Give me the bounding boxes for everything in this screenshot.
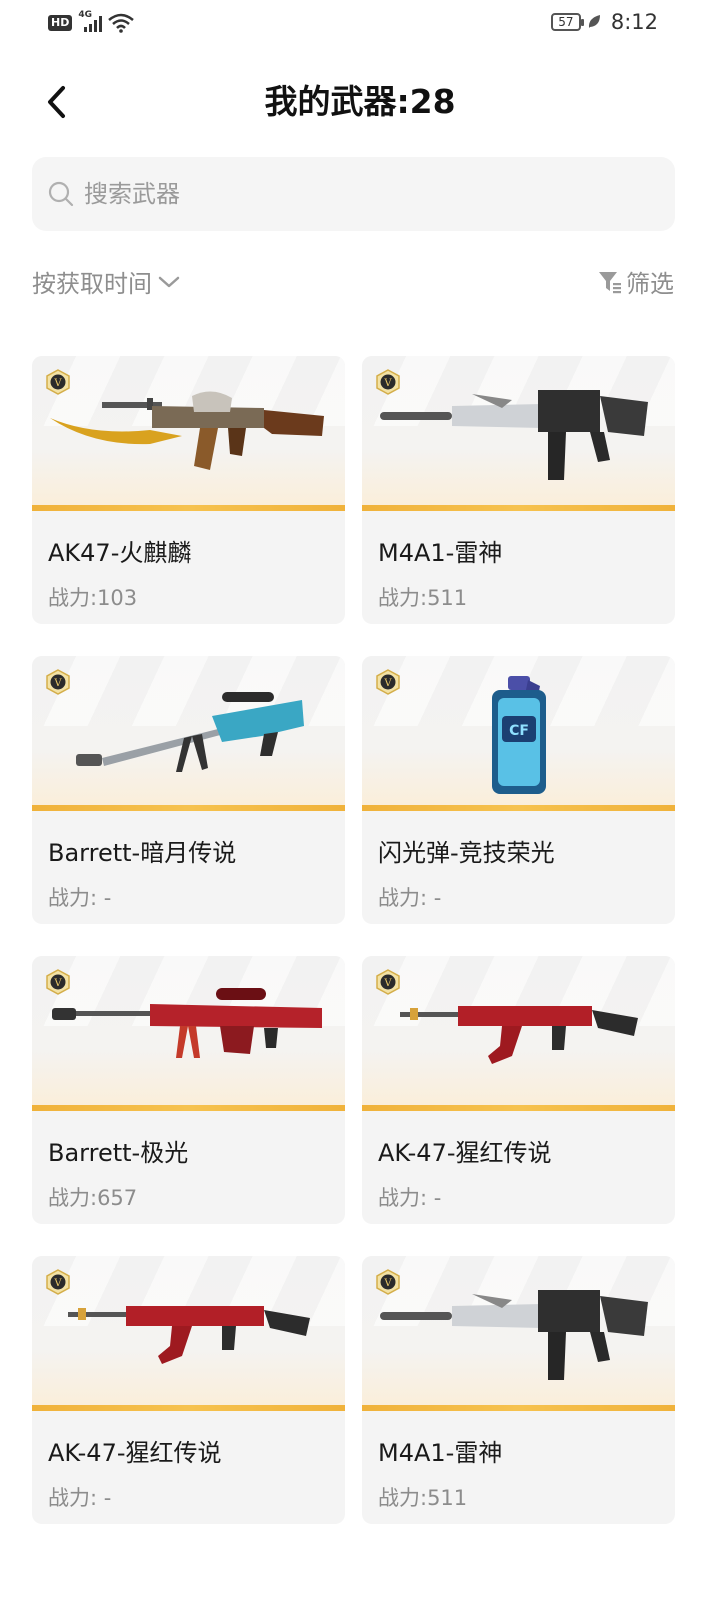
weapon-power: 战力: - (48, 886, 112, 910)
weapon-image-area: V (362, 956, 675, 1111)
wifi-icon (108, 13, 135, 33)
weapon-m4-silver-icon (380, 390, 648, 480)
weapon-power: 战力:103 (48, 586, 138, 610)
weapon-image-area: V CF (362, 656, 675, 811)
weapon-image-area: V (32, 356, 345, 511)
weapon-card[interactable]: V Barrett-暗月传说 战力: - (32, 656, 345, 924)
weapon-card[interactable]: V M4A1-雷神 战力:511 (362, 1256, 675, 1524)
battery-icon: 57 (550, 13, 584, 31)
weapon-image-area: V (32, 956, 345, 1111)
weapon-name: M4A1-雷神 (378, 539, 503, 567)
header: 我的武器:28 (0, 70, 720, 134)
weapon-rifle-gold-icon (50, 391, 324, 470)
weapon-name: M4A1-雷神 (378, 1439, 503, 1467)
weapon-image-area: V (32, 1256, 345, 1411)
weapon-name: AK-47-猩红传说 (48, 1439, 222, 1467)
weapon-image-area: V (32, 656, 345, 811)
weapon-power: 战力:511 (378, 586, 468, 610)
search-input[interactable] (82, 179, 646, 209)
chevron-down-icon (158, 276, 180, 287)
status-bar: HD 4G 57 8:12 (0, 0, 720, 48)
cell-signal-icon: 4G (78, 10, 103, 34)
weapon-card[interactable]: V AK-47-猩红传说 战力: - (362, 956, 675, 1224)
status-right: 57 8:12 (550, 10, 658, 34)
svg-text:CF: CF (509, 723, 529, 739)
weapon-power: 战力:657 (48, 1186, 138, 1210)
weapon-sniper-red-icon (52, 988, 322, 1058)
search-bar[interactable] (32, 157, 675, 231)
weapon-grid: V AK47-火麒麟 战力:103 V M4A1-雷神 战力:511 V Bar… (32, 356, 675, 1524)
weapon-name: 闪光弹-竞技荣光 (378, 839, 555, 867)
weapon-name: Barrett-暗月传说 (48, 839, 237, 867)
weapon-image-area: V (362, 356, 675, 511)
status-left: HD 4G (48, 10, 135, 34)
weapon-rifle-red-icon (400, 1006, 638, 1064)
weapon-power: 战力:511 (378, 1486, 468, 1510)
clock: 8:12 (610, 10, 658, 34)
weapon-m4-silver-icon (380, 1290, 648, 1380)
weapon-card[interactable]: V M4A1-雷神 战力:511 (362, 356, 675, 624)
search-icon (48, 181, 74, 207)
page-title: 我的武器:28 (264, 82, 456, 121)
sort-label: 按获取时间 (32, 270, 152, 298)
weapon-card[interactable]: V Barrett-极光 战力:657 (32, 956, 345, 1224)
weapon-power: 战力: - (378, 886, 442, 910)
weapon-power: 战力: - (48, 1486, 112, 1510)
weapon-power: 战力: - (378, 1186, 442, 1210)
hd-badge: HD (48, 15, 73, 31)
filter-button[interactable]: 筛选 (598, 264, 674, 299)
leaf-icon (588, 15, 600, 28)
weapon-image-area: V (362, 1256, 675, 1411)
weapon-name: AK47-火麒麟 (48, 539, 192, 567)
weapon-rifle-red-icon (68, 1306, 310, 1364)
battery-level: 57 (558, 15, 574, 29)
weapon-name: AK-47-猩红传说 (378, 1139, 552, 1167)
filter-icon (599, 271, 621, 293)
weapon-flashbang-blue-icon: CF (492, 676, 546, 794)
weapon-card[interactable]: V AK-47-猩红传说 战力: - (32, 1256, 345, 1524)
sort-dropdown[interactable]: 按获取时间 (32, 264, 180, 299)
weapon-name: Barrett-极光 (48, 1139, 189, 1167)
filter-label: 筛选 (626, 270, 674, 298)
weapon-card[interactable]: V AK47-火麒麟 战力:103 (32, 356, 345, 624)
weapon-sniper-cyan-icon (76, 692, 304, 772)
weapon-card[interactable]: V CF 闪光弹-竞技荣光 战力: - (362, 656, 675, 924)
